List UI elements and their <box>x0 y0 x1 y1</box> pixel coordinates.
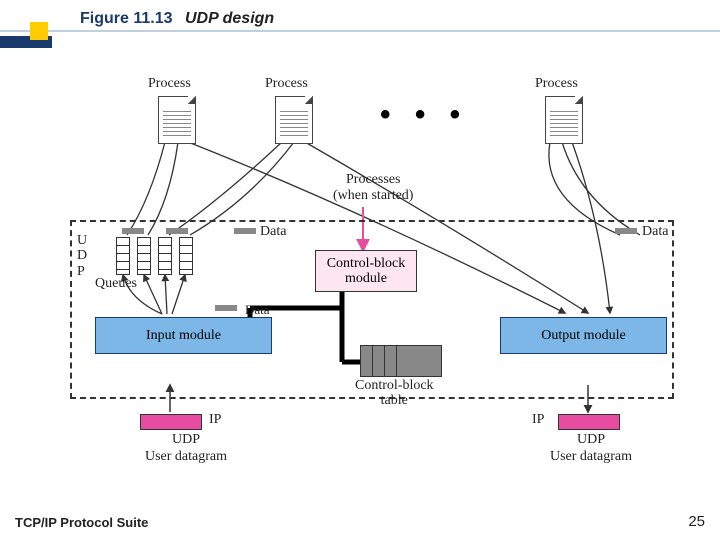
ip-bar-output <box>558 414 620 430</box>
ip-label-output: IP <box>532 412 544 428</box>
footer-text: TCP/IP Protocol Suite <box>15 515 148 530</box>
udp-user-datagram-left: UDP User datagram <box>145 432 227 466</box>
header-underline <box>0 30 720 32</box>
page-number: 25 <box>688 513 705 530</box>
ellipsis-icon: • • • <box>380 98 468 132</box>
ip-label-input: IP <box>209 412 221 428</box>
process-label-3: Process <box>535 76 578 92</box>
process-sheet-icon <box>158 96 196 144</box>
queue-icon <box>137 237 151 275</box>
figure-title: UDP design <box>185 10 274 28</box>
processes-started-label: Processes (when started) <box>333 172 413 204</box>
control-block-table-label: Control-block table <box>355 378 434 409</box>
header-bullet-icon <box>30 22 48 40</box>
udp-side-label: U D P <box>77 233 87 279</box>
process-sheet-icon <box>545 96 583 144</box>
control-block-table-icon <box>360 345 442 377</box>
queues-label: Queues <box>95 276 137 292</box>
input-module-box: Input module <box>95 317 272 354</box>
process-label-1: Process <box>148 76 191 92</box>
process-label-2: Process <box>265 76 308 92</box>
queue-icon <box>158 237 172 275</box>
output-module-box: Output module <box>500 317 667 354</box>
data-connector-icon <box>215 305 237 311</box>
control-block-module-box: Control-block module <box>315 250 417 292</box>
ip-bar-input <box>140 414 202 430</box>
process-sheet-icon <box>275 96 313 144</box>
udp-design-diagram: Process Process • • • Process Data Data … <box>60 80 680 470</box>
queue-icon <box>116 237 130 275</box>
figure-number: Figure 11.13 <box>80 10 173 28</box>
udp-user-datagram-right: UDP User datagram <box>550 432 632 466</box>
data-label-3: Data <box>245 302 270 318</box>
queue-icon <box>179 237 193 275</box>
